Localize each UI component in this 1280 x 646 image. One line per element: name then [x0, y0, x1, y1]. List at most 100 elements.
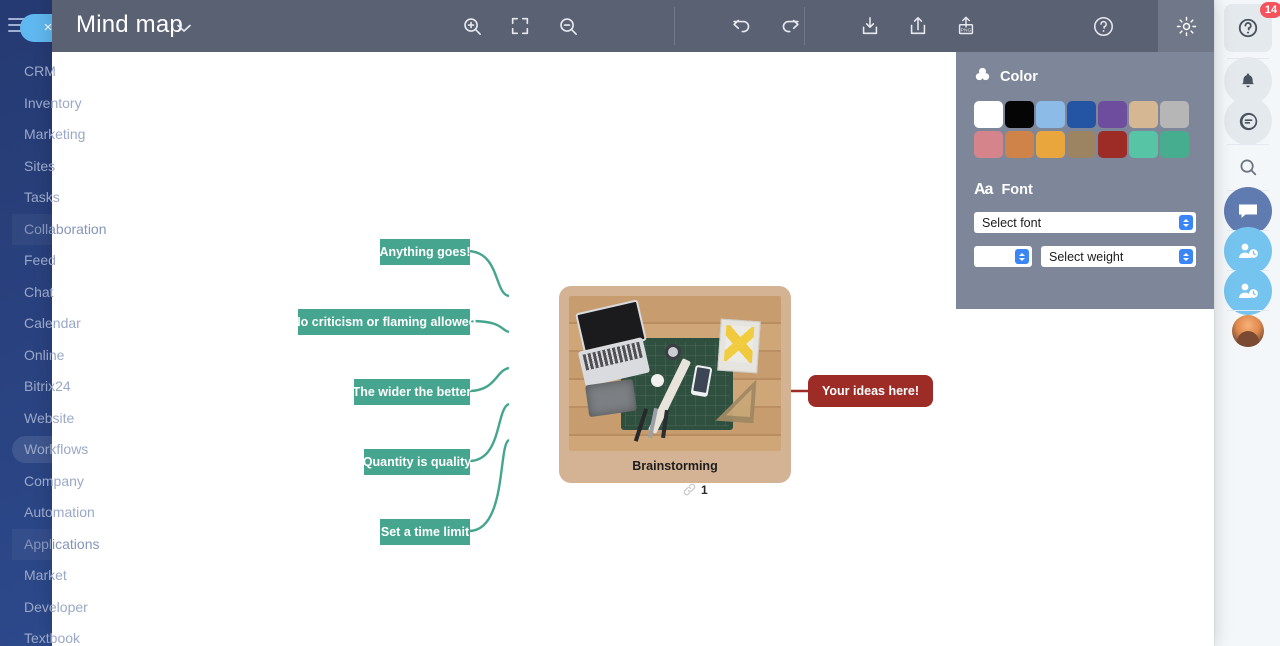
sidebar-item-label: Online: [24, 346, 65, 363]
export-controls: PNG: [846, 0, 990, 52]
chevron-updown-icon[interactable]: [1015, 249, 1029, 264]
color-section-header: Color: [974, 66, 1196, 87]
font-weight-value: Select weight: [1049, 249, 1124, 264]
mindmap-toolbar: Mind map PNG: [52, 0, 1214, 52]
mindmap-node[interactable]: No criticism or flaming allowed: [292, 309, 476, 335]
font-size-select[interactable]: [974, 246, 1032, 267]
mindmap-node-label: Anything goes!: [379, 245, 471, 259]
sidebar-item-label: Developer: [24, 598, 88, 615]
sidebar-item-label: Bitrix24: [24, 378, 71, 394]
sidebar-item-label: Market: [24, 567, 67, 583]
color-swatch-1[interactable]: [1005, 101, 1034, 128]
color-swatch-11[interactable]: [1098, 131, 1127, 158]
link-icon: [683, 483, 696, 496]
mindmap-node[interactable]: Quantity is quality: [362, 449, 472, 475]
link-count[interactable]: 1: [682, 482, 708, 497]
color-swatch-2[interactable]: [1036, 101, 1065, 128]
center-node-image: [569, 296, 781, 451]
sidebar-item-label: Calendar: [24, 315, 81, 331]
chat-bubble-icon[interactable]: [1224, 97, 1272, 145]
palette-icon: [974, 66, 991, 87]
help-button[interactable]: [1079, 0, 1127, 52]
mindmap-node[interactable]: Anything goes!: [380, 239, 470, 265]
settings-button[interactable]: [1158, 0, 1214, 52]
font-family-select[interactable]: Select font: [974, 212, 1196, 233]
share-button[interactable]: [894, 0, 942, 52]
color-swatch-12[interactable]: [1129, 131, 1158, 158]
connector-5: [468, 438, 510, 533]
connector-3: [468, 366, 510, 393]
font-size-weight-row: Select weight: [974, 246, 1196, 267]
mindmap-node[interactable]: The wider the better: [352, 379, 472, 405]
view-controls: [448, 0, 592, 52]
color-swatch-10[interactable]: [1067, 131, 1096, 158]
font-family-value: Select font: [982, 215, 1042, 230]
mindmap-node[interactable]: Set a time limit: [380, 519, 470, 545]
png-label: PNG: [961, 28, 972, 34]
sidebar-item-label: Marketing: [24, 126, 86, 142]
center-node-label: Brainstorming: [632, 459, 718, 473]
search-icon[interactable]: [1224, 143, 1272, 191]
color-section-title: Color: [1000, 68, 1038, 85]
divider: [804, 7, 805, 45]
chevron-down-icon[interactable]: [176, 20, 192, 33]
sidebar-item-label: Workflows: [24, 441, 89, 457]
link-count-value: 1: [701, 482, 708, 497]
color-swatch-4[interactable]: [1098, 101, 1127, 128]
avatar-image: [1232, 315, 1264, 347]
fit-screen-button[interactable]: [496, 0, 544, 52]
mindmap-node-label: No criticism or flaming allowed: [291, 315, 477, 329]
help-icon[interactable]: 14: [1224, 2, 1280, 52]
mindmap-node-label: Quantity is quality: [362, 455, 472, 469]
color-swatch-5[interactable]: [1129, 101, 1158, 128]
center-node[interactable]: Brainstorming: [559, 286, 791, 483]
font-weight-select[interactable]: Select weight: [1041, 246, 1196, 267]
color-swatch-3[interactable]: [1067, 101, 1096, 128]
tape-roll: [665, 344, 681, 360]
right-icon-rail: 14: [1214, 0, 1280, 646]
sidebar-item-label: Feed: [24, 252, 56, 268]
sidebar-item-label: Collaboration: [24, 220, 107, 237]
ball: [651, 374, 664, 387]
history-controls: [670, 0, 814, 52]
sidebar-item-label: Chat: [24, 283, 54, 300]
page-title: Mind map: [76, 11, 183, 38]
mindmap-node-label: Set a time limit: [380, 525, 470, 539]
mindmap-node-label: Your ideas here!: [822, 384, 920, 398]
sidebar-item-label: Company: [24, 472, 84, 489]
connector-1: [466, 249, 510, 298]
sidebar-item-label: Sites: [24, 157, 56, 174]
pouch: [585, 378, 637, 418]
color-swatch-0[interactable]: [974, 101, 1003, 128]
redo-button[interactable]: [766, 0, 814, 52]
color-swatch-7[interactable]: [974, 131, 1003, 158]
color-swatch-13[interactable]: [1160, 131, 1189, 158]
sidebar-item-label: CRM: [24, 63, 56, 79]
color-swatches: [974, 101, 1196, 161]
sidebar-item-label: Automation: [24, 504, 95, 520]
set-square: [715, 376, 757, 424]
font-section-title: Font: [1001, 182, 1033, 198]
chevron-updown-icon[interactable]: [1179, 249, 1193, 264]
color-swatch-9[interactable]: [1036, 131, 1065, 158]
settings-panel: Color Aa Font Select font Select weight: [956, 52, 1214, 309]
sidebar-item-label: Inventory: [24, 94, 82, 111]
sidebar-item-label: Website: [24, 409, 75, 426]
notepad: [717, 318, 761, 374]
zoom-out-button[interactable]: [544, 0, 592, 52]
avatar[interactable]: [1224, 307, 1272, 355]
font-size-icon: Aa: [974, 181, 993, 198]
mindmap-node[interactable]: Your ideas here!: [808, 375, 934, 407]
help-badge: 14: [1260, 2, 1280, 18]
download-button[interactable]: [846, 0, 894, 52]
export-png-button[interactable]: PNG: [942, 0, 990, 52]
chevron-updown-icon[interactable]: [1179, 215, 1193, 230]
undo-button[interactable]: [718, 0, 766, 52]
screen: × CRM Inventory Marketing Sites Tasks Collabo…: [0, 0, 1280, 646]
mindmap-node-label: The wider the better: [352, 385, 472, 399]
mindmap-window: Mind map PNG Brainstorming 1 Anything go…: [52, 0, 1214, 646]
color-swatch-8[interactable]: [1005, 131, 1034, 158]
sidebar-item-label: Tasks: [24, 189, 60, 205]
zoom-in-button[interactable]: [448, 0, 496, 52]
color-swatch-6[interactable]: [1160, 101, 1189, 128]
